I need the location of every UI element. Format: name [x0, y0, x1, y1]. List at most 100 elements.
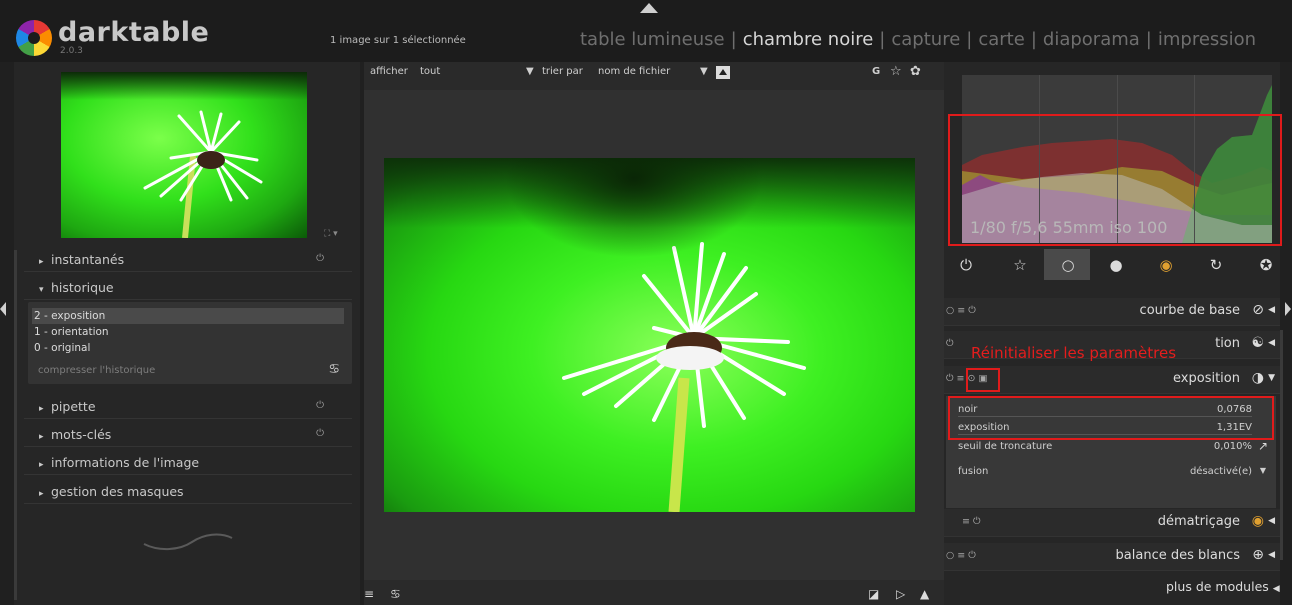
- grouping-button[interactable]: G: [872, 66, 880, 77]
- history-list: 2 - exposition 1 - orientation 0 - origi…: [28, 302, 352, 384]
- slider-value: 0,010%: [1213, 441, 1252, 452]
- collapse-arrow-icon[interactable]: ▼: [1268, 373, 1275, 383]
- styles-icon[interactable]: ♋: [390, 587, 401, 601]
- collapse-left-panel-icon[interactable]: [0, 302, 6, 316]
- slider-label: seuil de troncature: [958, 441, 1053, 452]
- softproof-icon[interactable]: ▷: [896, 587, 905, 601]
- curve-icon: ⊘: [1252, 302, 1264, 318]
- blend-mode[interactable]: fusion désactivé(e) ▼: [958, 464, 1268, 480]
- sort-order-button[interactable]: [716, 66, 730, 79]
- section-image-info[interactable]: ▸ informations de l'image: [24, 451, 352, 475]
- module-controls-icon[interactable]: ○ ≡ ⏻: [946, 305, 976, 316]
- view-capture[interactable]: capture: [891, 29, 960, 50]
- basic-group-icon[interactable]: ○: [1056, 254, 1080, 276]
- section-snapshots[interactable]: ▸ instantanés ⏻: [24, 248, 352, 272]
- left-panel-scrollbar[interactable]: [14, 250, 17, 600]
- expand-arrow-icon[interactable]: ◀: [1268, 305, 1275, 315]
- view-slideshow[interactable]: diaporama: [1043, 29, 1140, 50]
- section-label: gestion des masques: [51, 484, 184, 499]
- correct-group-icon[interactable]: ↻: [1204, 254, 1228, 276]
- module-controls-icon[interactable]: ○ ≡ ⏻: [946, 550, 976, 561]
- selection-info: 1 image sur 1 sélectionnée: [330, 35, 466, 46]
- section-label: pipette: [51, 399, 96, 414]
- favorites-icon[interactable]: ☆: [1008, 254, 1032, 276]
- power-icon[interactable]: ⏻: [316, 428, 324, 439]
- gamut-check-icon[interactable]: ▲: [920, 587, 929, 601]
- expand-arrow-icon[interactable]: ◀: [1268, 516, 1275, 526]
- collapse-top-panel-icon[interactable]: [640, 3, 658, 13]
- decorative-swirl: [143, 533, 233, 550]
- navigation-preview[interactable]: [61, 72, 307, 238]
- view-separator: |: [1030, 29, 1037, 50]
- more-modules-button[interactable]: plus de modules ◀: [1166, 579, 1280, 594]
- main-image[interactable]: [384, 158, 915, 512]
- section-mask-manager[interactable]: ▸ gestion des masques: [24, 480, 352, 504]
- color-group-icon[interactable]: ◉: [1154, 254, 1178, 276]
- sort-label: trier par: [542, 66, 583, 77]
- dropdown-icon[interactable]: ▼: [700, 66, 708, 77]
- module-icon: ☯: [1251, 335, 1264, 351]
- collapse-right-panel-icon[interactable]: [1285, 302, 1291, 316]
- compress-history-button[interactable]: compresser l'historique: [38, 365, 155, 376]
- over-exposed-icon[interactable]: ◪: [868, 587, 879, 601]
- view-lighttable[interactable]: table lumineuse: [580, 29, 725, 50]
- history-item[interactable]: 0 - original: [32, 340, 344, 356]
- reset-button-highlight-box: [966, 368, 1000, 392]
- collapse-icon: ▾: [39, 285, 44, 295]
- view-print[interactable]: impression: [1158, 29, 1256, 50]
- view-darkroom[interactable]: chambre noire: [743, 29, 874, 50]
- filter-toolbar: afficher tout ▼ trier par nom de fichier…: [370, 64, 940, 82]
- module-base-curve[interactable]: ○ ≡ ⏻ courbe de base ⊘ ◀: [944, 298, 1280, 326]
- thermometer-icon: ⊕: [1252, 547, 1264, 563]
- section-label: historique: [51, 280, 114, 295]
- section-color-picker[interactable]: ▸ pipette ⏻: [24, 395, 352, 419]
- expand-icon: ▸: [39, 460, 44, 470]
- module-controls-icon[interactable]: ≡ ⏻: [962, 516, 981, 527]
- expand-arrow-icon[interactable]: ◀: [1268, 338, 1275, 348]
- gear-icon[interactable]: ✿: [910, 64, 921, 79]
- view-separator: |: [1145, 29, 1152, 50]
- create-style-icon[interactable]: ♋: [328, 362, 340, 377]
- menu-icon[interactable]: ≡: [364, 587, 374, 601]
- view-separator: |: [966, 29, 973, 50]
- view-switcher: table lumineuse | chambre noire | capture | ca…: [580, 29, 1256, 50]
- star-icon[interactable]: ☆: [890, 64, 902, 79]
- dropdown-icon[interactable]: ▼: [1260, 466, 1266, 475]
- module-name: balance des blancs: [1115, 548, 1240, 563]
- expand-arrow-icon[interactable]: ◀: [1268, 550, 1275, 560]
- color-picker-icon[interactable]: ↗: [1258, 439, 1268, 453]
- history-item[interactable]: 2 - exposition: [32, 308, 344, 324]
- slider-clipping-threshold[interactable]: seuil de troncature 0,010% ↗: [958, 439, 1268, 455]
- blend-label: fusion: [958, 466, 989, 477]
- module-name: exposition: [1173, 371, 1240, 386]
- effects-group-icon[interactable]: ✪: [1254, 254, 1278, 276]
- dropdown-icon[interactable]: ▼: [526, 66, 534, 77]
- expand-icon: ▸: [39, 432, 44, 442]
- reset-tooltip: Réinitialiser les paramètres: [971, 344, 1177, 362]
- power-icon[interactable]: ⏻: [946, 338, 954, 349]
- view-map[interactable]: carte: [978, 29, 1024, 50]
- sort-select[interactable]: nom de fichier: [598, 66, 670, 77]
- more-modules-label: plus de modules: [1166, 579, 1269, 594]
- power-icon[interactable]: ⏻: [316, 400, 324, 411]
- module-name: dématriçage: [1157, 514, 1240, 529]
- expand-icon: ▸: [39, 404, 44, 414]
- tone-group-icon[interactable]: ●: [1104, 254, 1128, 276]
- section-history[interactable]: ▾ historique: [24, 276, 352, 300]
- darktable-logo: [16, 20, 52, 56]
- preview-shadow: [61, 72, 307, 100]
- power-icon[interactable]: ⏻: [954, 254, 978, 276]
- zoom-icon[interactable]: ⛶ ▾: [324, 229, 338, 239]
- history-item[interactable]: 1 - orientation: [32, 324, 344, 340]
- module-white-balance[interactable]: ○ ≡ ⏻ balance des blancs ⊕ ◀: [944, 543, 1280, 571]
- app-name: darktable: [58, 17, 210, 48]
- power-icon[interactable]: ⏻: [316, 253, 324, 264]
- module-name: tion: [1215, 336, 1240, 351]
- filter-select[interactable]: tout: [420, 66, 440, 77]
- right-panel-scrollbar[interactable]: [1280, 330, 1283, 560]
- sliders-highlight-box: [948, 396, 1274, 440]
- view-separator: |: [730, 29, 737, 50]
- section-tagging[interactable]: ▸ mots-clés ⏻: [24, 423, 352, 447]
- blend-value[interactable]: désactivé(e): [1190, 466, 1252, 477]
- module-demosaic[interactable]: ≡ ⏻ dématriçage ◉ ◀: [944, 509, 1280, 537]
